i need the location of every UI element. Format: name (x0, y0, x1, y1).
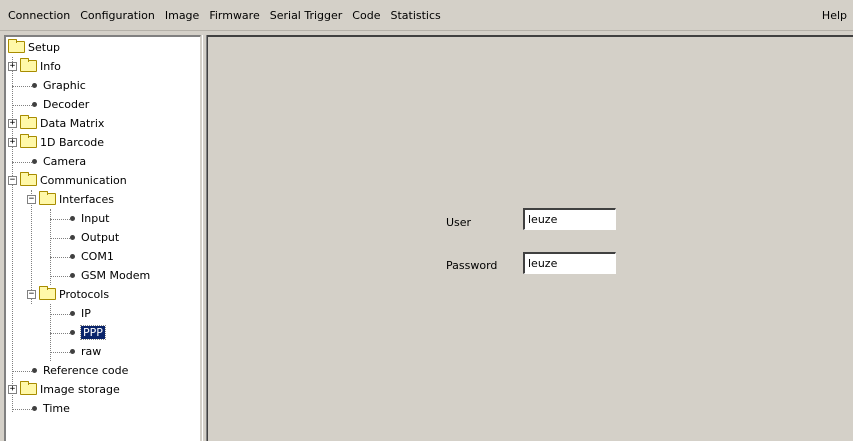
tree-item-ip[interactable]: IP (70, 304, 91, 322)
bullet-icon (32, 158, 37, 164)
folder-icon (20, 172, 37, 186)
tree-connector (50, 257, 70, 258)
tree-item-ppp[interactable]: PPP (70, 323, 106, 341)
tree-connector (50, 238, 70, 239)
bullet-icon (70, 329, 75, 335)
tree-label-selected: PPP (80, 324, 106, 340)
folder-icon (39, 191, 56, 205)
tree-label: Info (40, 59, 61, 73)
folder-icon (20, 381, 37, 395)
expand-data-matrix-toggle[interactable]: + (8, 119, 17, 128)
bullet-icon (32, 82, 37, 88)
tree-item-raw[interactable]: raw (70, 342, 101, 360)
tree-item-info[interactable]: Info (20, 57, 61, 75)
tree-connector (12, 57, 13, 412)
bullet-icon (70, 348, 75, 354)
tree-label: Graphic (43, 78, 86, 92)
tree-connector (12, 86, 32, 87)
bullet-icon (32, 405, 37, 411)
folder-icon (8, 39, 25, 53)
password-input[interactable] (523, 252, 616, 274)
tree-item-communication[interactable]: Communication (20, 171, 127, 189)
tree-connector (12, 162, 32, 163)
expand-image-storage-toggle[interactable]: + (8, 385, 17, 394)
bullet-icon (70, 215, 75, 221)
tree-label: Interfaces (59, 192, 114, 206)
tree-label: Camera (43, 154, 87, 168)
settings-tree[interactable]: + + + − − − + Setup Info Graphic Decoder… (4, 35, 201, 441)
menu-connection[interactable]: Connection (0, 9, 75, 22)
tree-connector (12, 105, 32, 106)
tree-label: Protocols (59, 287, 110, 301)
tree-label: COM1 (81, 249, 114, 263)
tree-label: GSM Modem (81, 268, 151, 282)
collapse-communication-toggle[interactable]: − (8, 176, 17, 185)
user-label: User (446, 216, 472, 229)
tree-item-1d-barcode[interactable]: 1D Barcode (20, 133, 104, 151)
tree-item-graphic[interactable]: Graphic (32, 76, 86, 94)
tree-label: Output (81, 230, 120, 244)
tree-label: Time (43, 401, 70, 415)
menu-configuration[interactable]: Configuration (75, 9, 160, 22)
tree-item-camera[interactable]: Camera (32, 152, 86, 170)
tree-item-time[interactable]: Time (32, 399, 70, 417)
menu-image[interactable]: Image (160, 9, 204, 22)
tree-item-interfaces[interactable]: Interfaces (39, 190, 114, 208)
tree-label: Communication (40, 173, 127, 187)
tree-connector (50, 209, 51, 285)
tree-item-image-storage[interactable]: Image storage (20, 380, 120, 398)
expand-info-toggle[interactable]: + (8, 62, 17, 71)
tree-item-input[interactable]: Input (70, 209, 109, 227)
tree-label: Decoder (43, 97, 90, 111)
menu-bar: Connection Configuration Image Firmware … (0, 0, 853, 31)
bullet-icon (32, 101, 37, 107)
tree-item-com1[interactable]: COM1 (70, 247, 114, 265)
tree-item-gsm-modem[interactable]: GSM Modem (70, 266, 150, 284)
tree-label: raw (81, 344, 102, 358)
password-label: Password (446, 259, 498, 272)
tree-connector (12, 371, 32, 372)
bullet-icon (70, 234, 75, 240)
tree-label: Reference code (43, 363, 129, 377)
bullet-icon (70, 310, 75, 316)
tree-item-protocols[interactable]: Protocols (39, 285, 109, 303)
expand-1d-barcode-toggle[interactable]: + (8, 138, 17, 147)
collapse-interfaces-toggle[interactable]: − (27, 195, 36, 204)
folder-icon (20, 134, 37, 148)
tree-connector (31, 190, 32, 304)
tree-label: IP (81, 306, 91, 320)
menu-code[interactable]: Code (347, 9, 385, 22)
ppp-settings-panel: User Password (207, 35, 853, 441)
folder-icon (20, 58, 37, 72)
tree-label: Input (81, 211, 110, 225)
bullet-icon (70, 272, 75, 278)
tree-label: Image storage (40, 382, 120, 396)
tree-item-output[interactable]: Output (70, 228, 119, 246)
tree-item-reference-code[interactable]: Reference code (32, 361, 128, 379)
user-input[interactable] (523, 208, 616, 230)
bullet-icon (32, 367, 37, 373)
bullet-icon (70, 253, 75, 259)
tree-item-setup[interactable]: Setup (8, 38, 60, 56)
menu-serial-trigger[interactable]: Serial Trigger (265, 9, 348, 22)
folder-icon (20, 115, 37, 129)
menu-help[interactable]: Help (817, 9, 853, 22)
tree-item-decoder[interactable]: Decoder (32, 95, 89, 113)
menu-firmware[interactable]: Firmware (204, 9, 264, 22)
folder-icon (39, 286, 56, 300)
tree-label: Setup (28, 40, 61, 54)
tree-connector (50, 314, 70, 315)
tree-connector (50, 333, 70, 334)
tree-connector (50, 219, 70, 220)
tree-label: 1D Barcode (40, 135, 105, 149)
collapse-protocols-toggle[interactable]: − (27, 290, 36, 299)
tree-connector (12, 409, 32, 410)
tree-label: Data Matrix (40, 116, 105, 130)
menu-statistics[interactable]: Statistics (385, 9, 445, 22)
tree-item-data-matrix[interactable]: Data Matrix (20, 114, 104, 132)
tree-connector (50, 352, 70, 353)
tree-connector (50, 276, 70, 277)
